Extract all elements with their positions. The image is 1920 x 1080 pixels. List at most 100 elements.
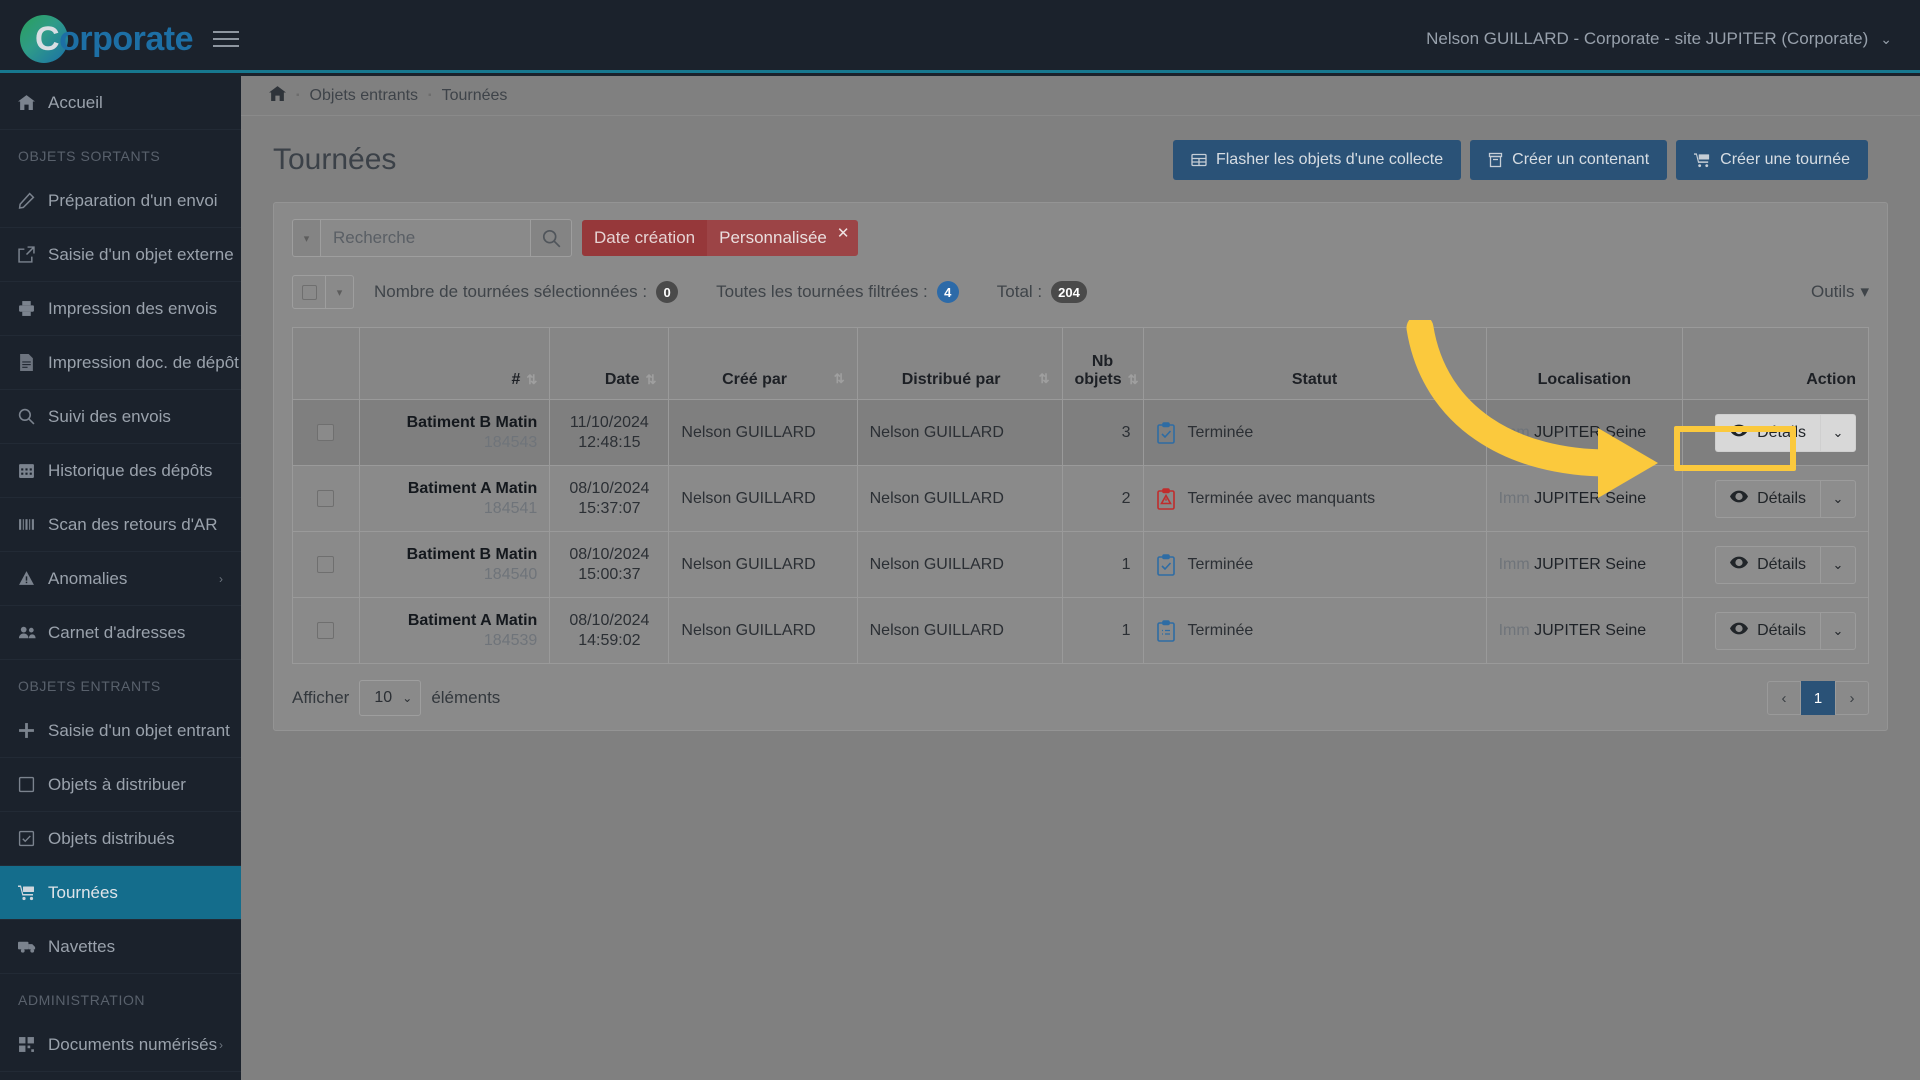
row-date: 08/10/2024 [569,611,650,629]
sidebar-item-label: Documents numérisés [48,1034,218,1054]
column-header-nb-objets[interactable]: Nb objets ⇅ [1061,327,1144,400]
details-dropdown-button[interactable]: ⌄ [1820,479,1856,518]
printer-icon [18,300,48,317]
details-button-label: Détails [1757,489,1806,507]
select-all-checkbox[interactable] [292,275,326,309]
plus-icon [18,722,48,739]
row-localisation-cell: Imm JUPITER Seine [1485,399,1684,466]
column-header-date[interactable]: Date ⇅ [549,327,670,400]
sidebar-item-suivi-envois[interactable]: Suivi des envois [0,390,241,444]
details-button[interactable]: Détails [1715,545,1820,584]
row-time: 15:37:07 [578,499,641,517]
row-nb-objets: 3 [1061,399,1144,466]
page-title: Tournées [273,143,397,176]
users-icon [18,624,48,641]
row-checkbox[interactable] [317,424,335,441]
row-cree-par[interactable]: Nelson GUILLARD [668,531,858,598]
hamburger-bar [212,31,239,33]
cart-icon [18,884,48,901]
details-dropdown-button[interactable]: ⌄ [1820,545,1856,584]
sidebar-item-navettes[interactable]: Navettes [0,920,241,974]
sidebar-item-anomalies[interactable]: Anomalies › [0,552,241,606]
select-all-dropdown-caret-icon[interactable]: ▾ [326,275,354,309]
creer-tournee-button[interactable]: Créer une tournée [1676,140,1868,180]
filtered-count-badge: 4 [936,281,959,303]
check-square-icon [18,830,48,847]
row-cree-par[interactable]: Nelson GUILLARD [668,597,858,664]
hamburger-icon[interactable] [212,31,239,47]
sidebar-item-tournees[interactable]: Tournées [0,866,241,920]
sidebar-item-objets-a-distribuer[interactable]: Objets à distribuer [0,758,241,812]
table-row[interactable]: Batiment A Matin 184541 08/10/2024 15:37… [292,465,1869,532]
sidebar-item-saisie-objet-externe[interactable]: Saisie d'un objet externe [0,228,241,282]
sidebar-item-label: Historique des dépôts [48,460,213,480]
clipboard-check-icon [1156,553,1176,576]
filter-tag-date-creation[interactable]: Date création Personnalisée ✕ [582,220,859,256]
creer-contenant-label: Créer un contenant [1512,151,1650,168]
sidebar-item-objets-distribues[interactable]: Objets distribués [0,812,241,866]
external-link-icon [18,246,48,263]
details-button[interactable]: Détails [1715,479,1820,518]
pagination-page-1[interactable]: 1 [1801,681,1835,715]
row-distribue-par[interactable]: Nelson GUILLARD [856,531,1063,598]
details-dropdown-button[interactable]: ⌄ [1820,413,1856,452]
home-icon[interactable] [269,85,286,107]
search-input[interactable] [320,219,530,257]
sidebar-item-documents-numerises[interactable]: Documents numérisés › [0,1018,241,1072]
row-time: 14:59:02 [578,631,641,649]
sidebar-item-label: Saisie d'un objet entrant [48,720,230,740]
details-button[interactable]: Détails [1715,611,1820,650]
breadcrumb-item-objets-entrants[interactable]: Objets entrants [310,87,419,105]
user-menu-label: Nelson GUILLARD - Corporate - site JUPIT… [1426,29,1869,48]
row-distribue-par[interactable]: Nelson GUILLARD [856,399,1063,466]
row-cree-par[interactable]: Nelson GUILLARD [668,465,858,532]
sidebar-item-impression-doc-depot[interactable]: Impression doc. de dépôt [0,336,241,390]
column-header-cree-par[interactable]: Créé par ⇅ [668,327,858,400]
row-checkbox[interactable] [317,622,335,639]
row-select-cell [292,531,360,598]
row-checkbox[interactable] [317,556,335,573]
user-menu[interactable]: Nelson GUILLARD - Corporate - site JUPIT… [1426,29,1920,49]
flash-collecte-button[interactable]: Flasher les objets d'une collecte [1172,140,1462,180]
page-size-select[interactable]: 10 ⌄ [359,680,422,716]
row-tournee-id: 184540 [483,565,538,583]
row-tournee-id: 184541 [483,499,538,517]
sidebar-item-scan-retours-ar[interactable]: Scan des retours d'AR [0,498,241,552]
row-name-cell: Batiment B Matin 184543 [358,399,551,466]
details-button[interactable]: Détails [1715,413,1820,452]
sidebar-section-entrants: OBJETS ENTRANTS [18,678,161,694]
creer-contenant-button[interactable]: Créer un contenant [1470,140,1668,180]
sidebar-item-historique-depots[interactable]: Historique des dépôts [0,444,241,498]
table-row[interactable]: Batiment B Matin 184540 08/10/2024 15:00… [292,531,1869,598]
column-label: Nb [1091,353,1114,370]
column-header-num[interactable]: # ⇅ [358,327,551,400]
sidebar-item-carnet-adresses[interactable]: Carnet d'adresses [0,606,241,660]
close-icon[interactable]: ✕ [834,220,859,256]
row-distribue-par[interactable]: Nelson GUILLARD [856,465,1063,532]
table-body: Batiment B Matin 184543 11/10/2024 12:48… [292,399,1869,664]
row-loc-name: JUPITER Seine [1534,621,1647,639]
row-cree-par[interactable]: Nelson GUILLARD [668,399,858,466]
breadcrumb-item-tournees[interactable]: Tournées [442,87,508,105]
table-row[interactable]: Batiment B Matin 184543 11/10/2024 12:48… [292,399,1869,466]
search-button[interactable] [530,219,572,257]
details-button-label: Détails [1757,621,1806,639]
pagination-prev[interactable]: ‹ [1767,681,1801,715]
sidebar-item-preparation-envoi[interactable]: Préparation d'un envoi [0,174,241,228]
brand-logo-area[interactable]: Corporate [0,15,300,63]
elements-label: éléments [431,688,501,707]
row-select-cell [292,399,360,466]
pagination-next[interactable]: › [1835,681,1869,715]
outils-dropdown[interactable]: Outils ▾ [1811,282,1869,302]
column-header-distribue-par[interactable]: Distribué par ⇅ [856,327,1063,400]
sidebar-item-accueil[interactable]: Accueil [0,76,241,130]
table-row[interactable]: Batiment A Matin 184539 08/10/2024 14:59… [292,597,1869,664]
row-nb-objets: 1 [1061,597,1144,664]
sidebar-item-saisie-objet-entrant[interactable]: Saisie d'un objet entrant [0,704,241,758]
sidebar-item-impression-envois[interactable]: Impression des envois [0,282,241,336]
row-distribue-par[interactable]: Nelson GUILLARD [856,597,1063,664]
details-dropdown-button[interactable]: ⌄ [1820,611,1856,650]
search-dropdown-caret-icon[interactable]: ▾ [292,219,320,257]
row-checkbox[interactable] [317,490,335,507]
sidebar-section-sortants: OBJETS SORTANTS [18,148,161,164]
